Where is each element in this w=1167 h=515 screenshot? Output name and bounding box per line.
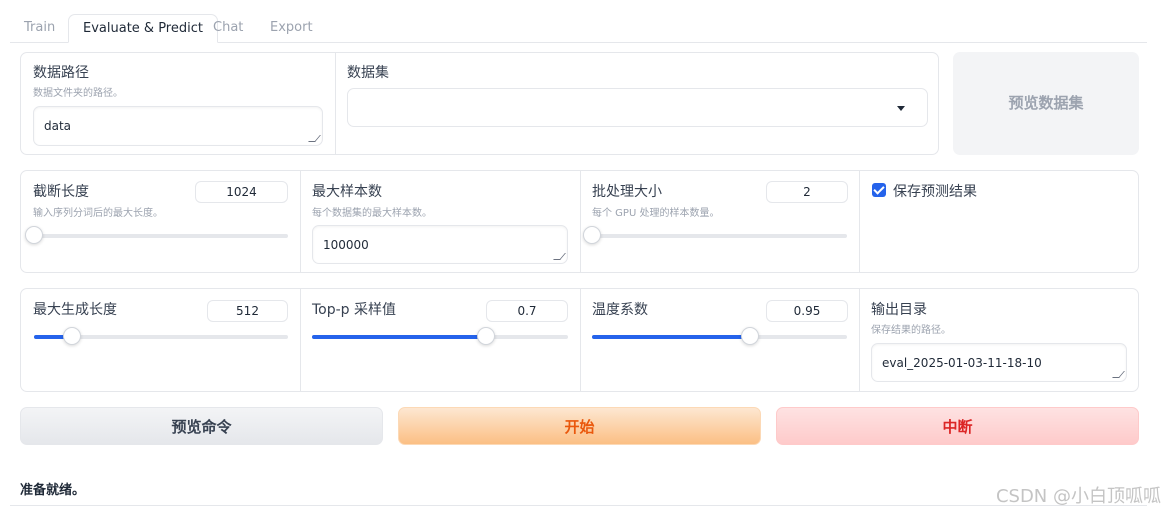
max-samples-info: 每个数据集的最大样本数。 (312, 208, 432, 219)
dataset-label: 数据集 (347, 65, 389, 81)
top-p-input[interactable]: 0.7 (486, 300, 568, 322)
output-dir-input[interactable]: eval_2025-01-03-11-18-10 (871, 343, 1127, 382)
dataset-panel: 数据路径 数据文件夹的路径。 data 数据集 (20, 52, 939, 155)
batch-size-slider[interactable] (583, 226, 847, 244)
cutoff-len-label: 截断长度 (33, 184, 89, 200)
tab-evaluate-predict[interactable]: Evaluate & Predict (68, 14, 218, 43)
watermark: CSDN @小白顶呱呱 (995, 486, 1161, 507)
tab-chat[interactable]: Chat (199, 14, 257, 42)
tab-bar: Train Evaluate & Predict Chat Export (10, 14, 1147, 43)
divider (580, 171, 581, 272)
batch-size-label: 批处理大小 (592, 184, 662, 200)
temperature-slider[interactable] (592, 327, 847, 345)
max-new-tokens-input[interactable]: 512 (207, 300, 288, 322)
generation-panel: 最大生成长度 512 Top-p 采样值 0.7 温度系数 0.95 输出目录 … (20, 288, 1139, 392)
chevron-down-icon (897, 106, 905, 111)
batch-size-input[interactable]: 2 (766, 181, 848, 203)
temperature-label: 温度系数 (592, 302, 648, 318)
slider-handle[interactable] (63, 327, 82, 345)
divider (300, 289, 301, 391)
tab-export[interactable]: Export (256, 14, 327, 42)
max-samples-label: 最大样本数 (312, 184, 382, 200)
dataset-dropdown[interactable] (347, 88, 928, 127)
data-path-value: data (44, 119, 72, 133)
data-path-label: 数据路径 (33, 65, 89, 81)
divider (859, 289, 860, 391)
max-samples-value: 100000 (323, 237, 369, 252)
output-dir-value: eval_2025-01-03-11-18-10 (882, 355, 1042, 370)
preview-dataset-button[interactable]: 预览数据集 (953, 52, 1139, 155)
output-dir-label: 输出目录 (871, 302, 927, 318)
resize-handle-icon[interactable] (553, 253, 566, 260)
resize-handle-icon[interactable] (1112, 371, 1125, 378)
slider-handle[interactable] (25, 226, 43, 244)
predict-label[interactable]: 保存预测结果 (893, 181, 977, 201)
divider (10, 505, 1147, 506)
start-button[interactable]: 开始 (398, 407, 761, 445)
cutoff-len-slider[interactable] (25, 226, 288, 244)
predict-checkbox[interactable] (872, 183, 886, 197)
resize-handle-icon[interactable] (308, 135, 321, 142)
divider (580, 289, 581, 391)
divider (335, 53, 336, 154)
sampling-panel: 截断长度 输入序列分词后的最大长度。 1024 最大样本数 每个数据集的最大样本… (20, 170, 1139, 273)
cutoff-len-input[interactable]: 1024 (195, 181, 288, 203)
batch-size-info: 每个 GPU 处理的样本数量。 (592, 208, 720, 219)
preview-command-button[interactable]: 预览命令 (20, 407, 383, 445)
abort-button[interactable]: 中断 (776, 407, 1139, 445)
tab-train[interactable]: Train (10, 14, 69, 42)
slider-fill (312, 335, 487, 339)
temperature-input[interactable]: 0.95 (766, 300, 848, 322)
max-new-tokens-label: 最大生成长度 (33, 302, 117, 318)
slider-handle[interactable] (741, 327, 760, 345)
max-samples-input[interactable]: 100000 (312, 225, 568, 264)
slider-fill (592, 335, 751, 339)
status-text: 准备就绪。 (20, 483, 86, 498)
divider (859, 171, 860, 272)
cutoff-len-info: 输入序列分词后的最大长度。 (33, 208, 163, 219)
max-new-tokens-slider[interactable] (34, 327, 288, 345)
divider (300, 171, 301, 272)
top-p-slider[interactable] (312, 327, 568, 345)
data-path-input[interactable]: data (33, 106, 323, 146)
slider-handle[interactable] (477, 327, 496, 345)
slider-handle[interactable] (583, 226, 601, 244)
top-p-label: Top-p 采样值 (312, 302, 397, 318)
data-path-info: 数据文件夹的路径。 (33, 88, 123, 99)
output-dir-info: 保存结果的路径。 (871, 325, 951, 336)
